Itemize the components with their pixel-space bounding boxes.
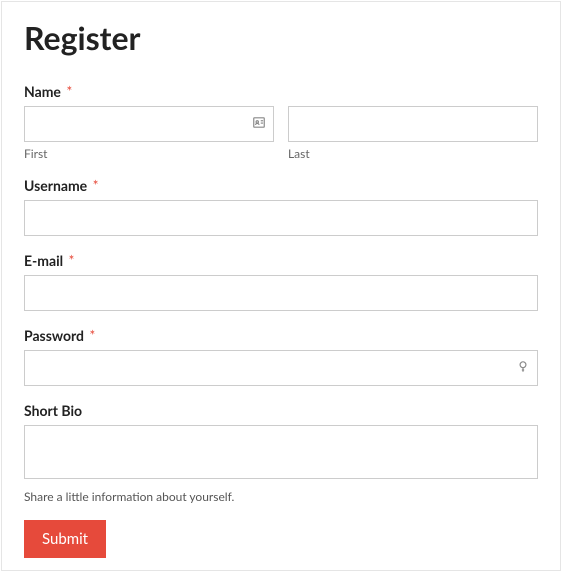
username-label: Username *	[24, 177, 538, 194]
first-name-sublabel: First	[24, 146, 274, 161]
email-label: E-mail *	[24, 252, 538, 269]
last-name-input[interactable]	[288, 106, 538, 142]
email-label-text: E-mail	[24, 252, 63, 269]
last-name-sublabel: Last	[288, 146, 538, 161]
page-title: Register	[24, 18, 538, 57]
name-label: Name *	[24, 83, 538, 100]
username-label-text: Username	[24, 177, 87, 194]
required-asterisk: *	[69, 252, 75, 269]
name-label-text: Name	[24, 83, 61, 100]
first-name-input[interactable]	[24, 106, 274, 142]
password-label-text: Password	[24, 327, 84, 344]
required-asterisk: *	[93, 177, 99, 194]
required-asterisk: *	[66, 83, 72, 100]
submit-button[interactable]: Submit	[24, 520, 106, 558]
email-input[interactable]	[24, 275, 538, 311]
bio-helper-text: Share a little information about yoursel…	[24, 489, 538, 504]
name-field: Name * First	[24, 83, 538, 161]
bio-label: Short Bio	[24, 402, 538, 419]
bio-textarea[interactable]	[24, 425, 538, 479]
username-input[interactable]	[24, 200, 538, 236]
password-label: Password *	[24, 327, 538, 344]
username-field: Username *	[24, 177, 538, 236]
required-asterisk: *	[89, 327, 95, 344]
password-field: Password *	[24, 327, 538, 386]
bio-field: Short Bio Share a little information abo…	[24, 402, 538, 504]
password-input[interactable]	[24, 350, 538, 386]
email-field: E-mail *	[24, 252, 538, 311]
register-form-card: Register Name *	[1, 1, 561, 571]
